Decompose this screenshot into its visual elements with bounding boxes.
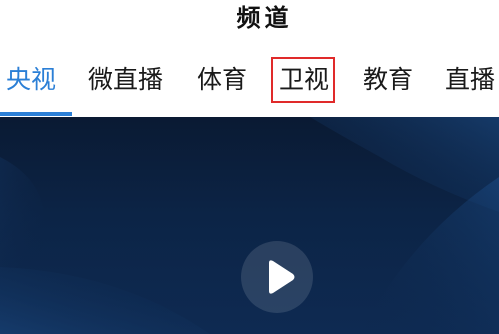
tab-live[interactable]: 直播 bbox=[445, 60, 495, 100]
active-tab-indicator bbox=[0, 112, 72, 116]
tab-education[interactable]: 教育 bbox=[363, 60, 413, 100]
channel-tab-bar: 央视 微直播 体育 卫视 教育 直播 bbox=[0, 50, 499, 118]
tab-micro-live[interactable]: 微直播 bbox=[88, 60, 163, 100]
channel-page: 频道 央视 微直播 体育 卫视 教育 直播 bbox=[0, 0, 499, 334]
play-icon bbox=[269, 260, 295, 294]
tab-cctv[interactable]: 央视 bbox=[6, 60, 56, 100]
page-title: 频道 bbox=[236, 4, 293, 32]
satellite-tv-highlight-box bbox=[271, 57, 335, 103]
video-player[interactable] bbox=[0, 117, 499, 334]
tab-sports[interactable]: 体育 bbox=[197, 60, 247, 100]
play-button[interactable] bbox=[241, 241, 313, 313]
